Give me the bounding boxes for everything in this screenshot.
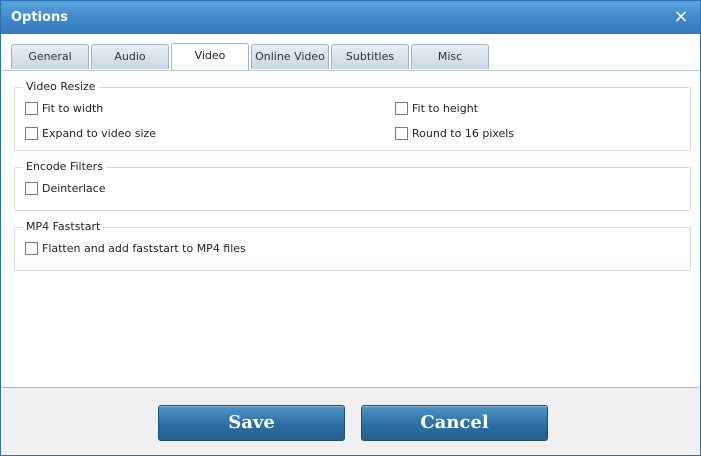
tab-general[interactable]: General	[11, 44, 89, 69]
cancel-button[interactable]: Cancel	[361, 405, 548, 441]
video-resize-legend: Video Resize	[23, 80, 99, 93]
close-icon[interactable]: ×	[672, 8, 690, 26]
mp4-faststart-legend: MP4 Faststart	[23, 220, 104, 233]
tab-audio[interactable]: Audio	[91, 44, 169, 69]
fit-to-width-checkbox[interactable]	[25, 102, 38, 115]
save-button[interactable]: Save	[158, 405, 345, 441]
fit-to-width-label[interactable]: Fit to width	[42, 102, 103, 115]
expand-to-video-size-label[interactable]: Expand to video size	[42, 127, 156, 140]
fit-to-height-label[interactable]: Fit to height	[412, 102, 478, 115]
tab-misc[interactable]: Misc	[411, 44, 489, 69]
options-dialog: Options × General Audio Video Online Vid…	[0, 0, 701, 456]
dialog-title: Options	[11, 10, 68, 25]
encode-filters-group: Encode Filters Deinterlace	[14, 160, 691, 211]
flatten-faststart-label[interactable]: Flatten and add faststart to MP4 files	[42, 242, 246, 255]
tab-strip: General Audio Video Online Video Subtitl…	[2, 34, 699, 71]
tab-video[interactable]: Video	[171, 43, 249, 70]
video-resize-group: Video Resize Fit to width Fit to height …	[14, 80, 691, 151]
encode-filters-legend: Encode Filters	[23, 160, 106, 173]
deinterlace-checkbox[interactable]	[25, 182, 38, 195]
flatten-faststart-checkbox[interactable]	[25, 242, 38, 255]
tab-online-video[interactable]: Online Video	[251, 44, 329, 69]
dialog-footer: Save Cancel	[2, 388, 699, 455]
expand-to-video-size-checkbox[interactable]	[25, 127, 38, 140]
deinterlace-label[interactable]: Deinterlace	[42, 182, 105, 195]
fit-to-height-checkbox[interactable]	[395, 102, 408, 115]
tab-subtitles[interactable]: Subtitles	[331, 44, 409, 69]
round-to-16-pixels-label[interactable]: Round to 16 pixels	[412, 127, 514, 140]
round-to-16-pixels-checkbox[interactable]	[395, 127, 408, 140]
mp4-faststart-group: MP4 Faststart Flatten and add faststart …	[14, 220, 691, 271]
title-bar: Options ×	[1, 1, 700, 34]
